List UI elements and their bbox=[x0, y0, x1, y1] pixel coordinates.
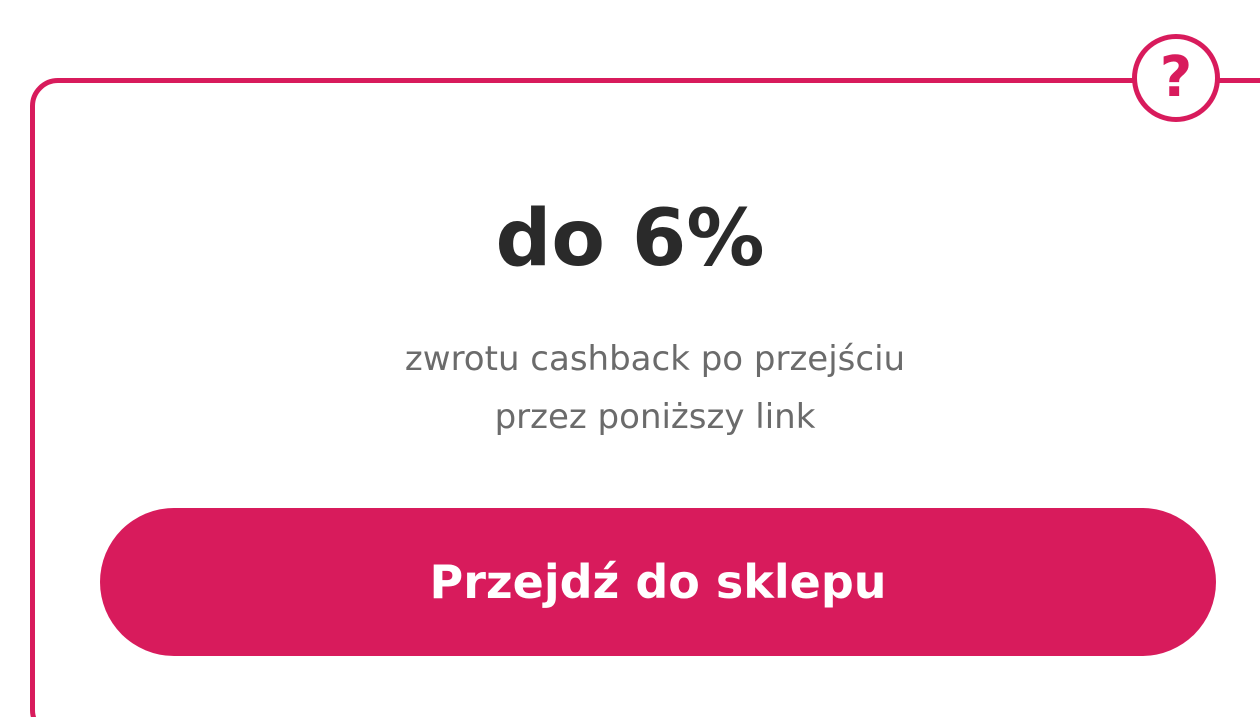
go-to-shop-button[interactable]: Przejdź do sklepu bbox=[100, 508, 1216, 656]
cashback-description-line-2: przez poniższy link bbox=[494, 397, 816, 437]
cashback-description: zwrotu cashback po przejściu przez poniż… bbox=[0, 330, 1260, 446]
help-button[interactable]: ? bbox=[1132, 34, 1220, 122]
cashback-rate-heading: do 6% bbox=[495, 194, 765, 284]
question-mark-icon: ? bbox=[1159, 45, 1193, 110]
cashback-description-line-1: zwrotu cashback po przejściu bbox=[404, 339, 906, 379]
